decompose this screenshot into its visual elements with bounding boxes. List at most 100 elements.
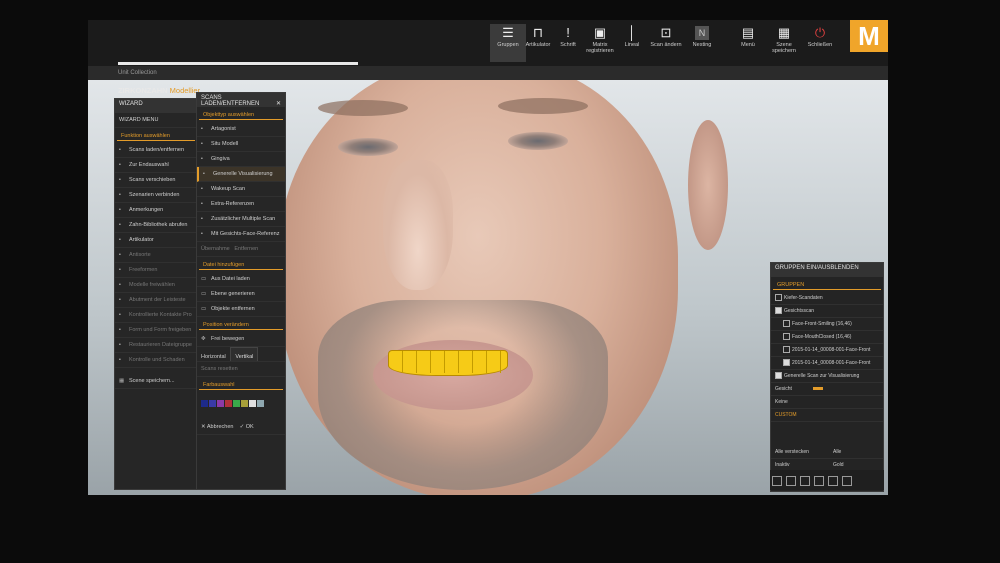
- color-swatch[interactable]: [225, 400, 232, 407]
- wizard-item[interactable]: ▪ Kontrolle und Schaden: [115, 353, 197, 368]
- inactive-button[interactable]: Inaktiv: [775, 462, 789, 468]
- articulator-icon: ⊓: [532, 25, 544, 40]
- view-mode-icon[interactable]: [828, 476, 838, 486]
- color-swatch[interactable]: [217, 400, 224, 407]
- group-row[interactable]: Kiefer-Scandaten: [771, 292, 883, 305]
- view-mode-icon[interactable]: [786, 476, 796, 486]
- toolbar-schrift[interactable]: ! Schrift: [550, 24, 586, 62]
- free-move-button[interactable]: ✥ Frei bewegen: [197, 332, 285, 347]
- position-options: Horizontal Vertikal: [197, 347, 285, 362]
- wizard-item[interactable]: ▪ Form und Form freigeben: [115, 323, 197, 338]
- object-type-item[interactable]: ▪ Mit Gesichts-Face-Referenz: [197, 227, 285, 242]
- group-row[interactable]: 2015-01-14_00008-001-Face-Front: [771, 357, 883, 370]
- exclaim-icon: !: [566, 25, 570, 40]
- color-swatch[interactable]: [233, 400, 240, 407]
- wizard-item[interactable]: ▪ Anmerkungen: [115, 203, 197, 218]
- view-mode-strip: [770, 470, 884, 490]
- view-mode-icon[interactable]: [814, 476, 824, 486]
- right-eye: [508, 132, 568, 150]
- toolbar-menu[interactable]: ▤ Menü: [730, 24, 766, 62]
- reset-scans-button[interactable]: Scans resetten: [197, 362, 285, 377]
- reference-icon: ▪: [201, 201, 203, 207]
- checkbox[interactable]: [783, 320, 790, 328]
- wizard-item[interactable]: ▪ Modelle freiwählen: [115, 278, 197, 293]
- cancel-button[interactable]: ✕ Abbrechen: [201, 424, 233, 430]
- group-row[interactable]: Face-MouthClosed (16,46): [771, 331, 883, 344]
- view-mode-icon[interactable]: [772, 476, 782, 486]
- color-swatch[interactable]: [209, 400, 216, 407]
- wizard-panel: WIZARD WIZARD MENU Funktion auswählen ▪ S…: [114, 98, 198, 490]
- color-swatch[interactable]: [257, 400, 264, 407]
- view-option-none[interactable]: Keine: [771, 396, 883, 409]
- checkbox[interactable]: [775, 294, 782, 302]
- top-toolbar: ☰ Gruppen ⊓ Artikulator ! Schrift ▣ Matrix r…: [88, 20, 888, 66]
- wizard-item[interactable]: ▪ Restaurieren Dateigruppe: [115, 338, 197, 353]
- wizard-item[interactable]: ▪ Zahn-Bibliothek abrufen: [115, 218, 197, 233]
- view-option-custom[interactable]: CUSTOM: [771, 409, 883, 422]
- teeth-model[interactable]: [388, 350, 508, 376]
- checkbox[interactable]: [775, 307, 782, 315]
- checkbox[interactable]: [775, 372, 782, 380]
- nesting-icon: N: [695, 26, 709, 40]
- save-scene-item[interactable]: ▦ Scene speichern...: [115, 374, 197, 389]
- generate-plane-button[interactable]: ▭ Ebene generieren: [197, 287, 285, 302]
- object-type-item[interactable]: ▪ Gingiva: [197, 152, 285, 167]
- object-type-item[interactable]: ▪ Generelle Visualisierung: [197, 167, 285, 182]
- wizard-item[interactable]: ▪ Kontrollierte Kontakte Pro: [115, 308, 197, 323]
- right-brow: [498, 98, 588, 114]
- abutment-icon: ▪: [119, 297, 121, 303]
- toolbar-matrix[interactable]: ▣ Matrix registrieren: [582, 24, 618, 62]
- remove-objects-button[interactable]: ▭ Objekte entfernen: [197, 302, 285, 317]
- object-type-item[interactable]: ▪ Artagonist: [197, 122, 285, 137]
- toolbar-nesting[interactable]: N Nesting: [684, 24, 720, 62]
- trash-icon: ▭: [201, 306, 207, 312]
- object-type-item[interactable]: ▪ Zusätzlicher Multiple Scan: [197, 212, 285, 227]
- toolbar-lineal[interactable]: │ Lineal: [614, 24, 650, 62]
- left-brow: [318, 100, 408, 116]
- move-icon: ▪: [119, 177, 121, 183]
- view-mode-icon[interactable]: [800, 476, 810, 486]
- group-row[interactable]: Generelle Scan zur Visualisierung: [771, 370, 883, 383]
- checkbox[interactable]: [783, 333, 790, 341]
- toolbar-save-scene[interactable]: ▦ Szene speichern: [766, 24, 802, 62]
- object-type-item[interactable]: ▪ Wakeup Scan: [197, 182, 285, 197]
- group-row[interactable]: 2015-01-14_00008-001-Face-Front: [771, 344, 883, 357]
- articulator-icon: ▪: [119, 237, 121, 243]
- wizard-item[interactable]: ▪ Freeformen: [115, 263, 197, 278]
- toolbar-scan[interactable]: ⊡ Scan ändern: [648, 24, 684, 62]
- opacity-row[interactable]: Gesicht: [771, 383, 883, 396]
- projector-screen: ☰ Gruppen ⊓ Artikulator ! Schrift ▣ Matrix r…: [88, 20, 888, 495]
- wizard-item[interactable]: ▪ Artikulator: [115, 233, 197, 248]
- object-type-item[interactable]: ▪ Situ Modell: [197, 137, 285, 152]
- color-swatch[interactable]: [249, 400, 256, 407]
- checkbox[interactable]: [783, 359, 790, 367]
- color-swatch[interactable]: [201, 400, 208, 407]
- window-title: Unit Collection: [88, 66, 888, 80]
- horizontal-option[interactable]: Horizontal: [201, 354, 226, 360]
- close-icon[interactable]: ✕: [276, 101, 281, 107]
- toolbar-close[interactable]: ⏻ Schließen: [802, 24, 838, 62]
- group-list: Kiefer-Scandaten Gesichtsscan Face-Front-S…: [771, 292, 883, 383]
- wizard-item[interactable]: ▪ Scans verschieben: [115, 173, 197, 188]
- load-from-file-button[interactable]: ▭ Aus Datei laden: [197, 272, 285, 287]
- all-button[interactable]: Alle: [833, 446, 841, 458]
- contact-icon: ▪: [119, 312, 121, 318]
- object-type-item[interactable]: ▪ Extra-Referenzen: [197, 197, 285, 212]
- wizard-item[interactable]: ▪ Antisorte: [115, 248, 197, 263]
- cube-icon: ▣: [593, 25, 607, 40]
- ok-button[interactable]: ✓ OK: [240, 424, 254, 430]
- color-swatch[interactable]: [241, 400, 248, 407]
- library-icon: ▪: [119, 222, 121, 228]
- group-row[interactable]: Gesichtsscan: [771, 305, 883, 318]
- wizard-item[interactable]: ▪ Scans laden/entfernen: [115, 143, 197, 158]
- opacity-slider[interactable]: [813, 387, 824, 391]
- vertical-option[interactable]: Vertikal: [230, 347, 259, 361]
- hide-all-button[interactable]: Alle verstecken: [775, 449, 809, 455]
- view-mode-icon[interactable]: [842, 476, 852, 486]
- ruler-icon: │: [627, 25, 637, 40]
- wizard-item[interactable]: ▪ Abutment der Leisteste: [115, 293, 197, 308]
- wizard-item[interactable]: ▪ Szenarien verbinden: [115, 188, 197, 203]
- checkbox[interactable]: [783, 346, 790, 354]
- group-row[interactable]: Face-Front-Smiling (16,46): [771, 318, 883, 331]
- wizard-item[interactable]: ▪ Zur Endauswahl: [115, 158, 197, 173]
